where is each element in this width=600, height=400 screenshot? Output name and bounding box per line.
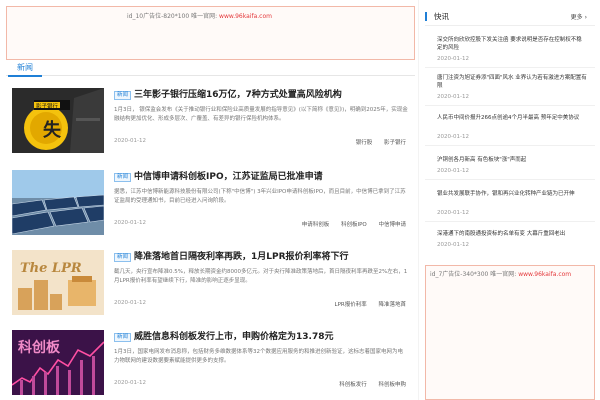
divider <box>425 67 595 68</box>
chevron-right-icon: › <box>584 14 587 21</box>
flash-item-date: 2020-01-12 <box>437 210 469 216</box>
news-thumbnail[interactable]: The LPR <box>12 250 104 315</box>
news-tag: 新闻 <box>114 253 132 262</box>
news-description: 1月3日， 银保监会发布《关于推动银行业和保险业高质量发展的指导意见》(以下简称… <box>114 107 408 122</box>
news-title[interactable]: 三年影子银行压缩16万亿，7种方式处置高风险机构 <box>134 88 342 102</box>
shadow-bank-image: 失 影子银行 <box>12 88 104 153</box>
svg-text:科创板: 科创板 <box>18 339 61 356</box>
side-ad-url[interactable]: www.96kaifa.com <box>518 271 571 278</box>
keyword-link[interactable]: 申请科创板 <box>302 222 330 228</box>
keyword-link[interactable]: 降准落地首 <box>378 302 406 308</box>
flash-item-text[interactable]: 深交所向欣欣控股下发关注函 要求说明是否存在控制权不稳定的风险 <box>437 36 587 52</box>
keyword-link[interactable]: 科创板申购 <box>378 382 406 388</box>
flash-item-text[interactable]: 沪铜创各月新高 有色板块"涨"声而起 <box>437 156 587 164</box>
news-item[interactable]: 失 影子银行 新闻 三年影子银行压缩16万亿，7种方式处置高风险机构 1月3日，… <box>12 88 412 154</box>
flash-news-header: 快讯 更多 › <box>425 6 595 26</box>
keyword-link[interactable]: 中信博申请 <box>378 222 406 228</box>
side-ad-banner[interactable]: id_7广告位-340*300 唯一官网: www.96kaifa.com <box>425 265 595 400</box>
divider <box>425 105 595 106</box>
top-ad-url[interactable]: www.96kaifa.com <box>219 13 272 20</box>
keyword-link[interactable]: 影子银行 <box>384 140 406 146</box>
top-ad-label: id_10广告位-820*100 唯一官网: <box>127 13 218 20</box>
flash-item-date: 2020-01-12 <box>437 168 469 174</box>
star-market-image: 科创板 <box>12 330 104 395</box>
page: id_10广告位-820*100 唯一官网: www.96kaifa.com 新… <box>0 0 600 400</box>
news-tabs: 新闻 <box>6 60 415 77</box>
news-item[interactable]: 科创板 新闻 威胜信息科创板发行上市，申购价格定为13.78元 1月3日，国家电… <box>12 330 412 396</box>
tab-news[interactable]: 新闻 <box>8 62 42 77</box>
top-ad-banner[interactable]: id_10广告位-820*100 唯一官网: www.96kaifa.com <box>6 6 415 60</box>
svg-text:影子银行: 影子银行 <box>36 102 59 110</box>
divider <box>425 221 595 222</box>
news-thumbnail[interactable]: 失 影子银行 <box>12 88 104 153</box>
news-description: 1月3日，国家电网发布消息称，包括财务多维数据体系等32个数据应用服务的和推进创… <box>114 349 404 364</box>
svg-text:The LPR: The LPR <box>20 261 82 276</box>
news-item[interactable]: The LPR 新闻 降准落地首日隔夜利率再跌，1月LPR报价利率将下行 截几天… <box>12 250 412 316</box>
news-description: 据悉，江苏中信博新能源科技股份有限公司(下称"中信博") 3年兴业IPO申请科创… <box>114 189 406 204</box>
keyword-link[interactable]: 银行股 <box>356 140 373 146</box>
news-title[interactable]: 威胜信息科创板发行上市，申购价格定为13.78元 <box>134 330 333 344</box>
lpr-image: The LPR <box>12 250 104 315</box>
flash-item-date: 2020-01-12 <box>437 56 469 62</box>
solar-panels-image <box>12 170 104 235</box>
side-ad-label: id_7广告位-340*300 唯一官网: <box>430 271 517 278</box>
news-thumbnail[interactable]: 科创板 <box>12 330 104 395</box>
news-thumbnail[interactable] <box>12 170 104 235</box>
news-date: 2020-01-12 <box>114 138 146 144</box>
flash-news-title: 快讯 <box>434 12 449 21</box>
flash-item-text[interactable]: 人民币中间价报升266点创逾4个月半最高 预年足中美协议 <box>437 114 587 122</box>
news-date: 2020-01-12 <box>114 220 146 226</box>
news-tag: 新闻 <box>114 173 132 182</box>
news-keywords: LPR报价利率 降准落地首 <box>325 300 406 308</box>
side-ad-text: id_7广告位-340*300 唯一官网: www.96kaifa.com <box>430 269 571 278</box>
more-label: 更多 <box>570 14 583 21</box>
keyword-link[interactable]: LPR报价利率 <box>335 302 367 308</box>
news-title[interactable]: 中信博申请科创板IPO，江苏证监局已批准申请 <box>134 170 323 184</box>
news-keywords: 申请科创板 科创板IPO 中信博申请 <box>292 220 406 228</box>
header-accent-bar <box>425 12 427 21</box>
flash-item-date: 2020-01-12 <box>437 94 469 100</box>
flash-item-text[interactable]: 银业共发展联手协作，银和再兴业化转种产业链为已开伸 <box>437 190 587 198</box>
top-ad-text: id_10广告位-820*100 唯一官网: www.96kaifa.com <box>127 11 272 20</box>
news-keywords: 银行股 影子银行 <box>346 138 406 146</box>
news-tag: 新闻 <box>114 333 132 342</box>
flash-item-date: 2020-01-12 <box>437 242 469 248</box>
svg-text:失: 失 <box>43 119 62 141</box>
flash-item-text[interactable]: 唐门注资为旭证券添"四面"风水 业界认为若有激进方案配置有限 <box>437 74 587 90</box>
flash-item-date: 2020-01-12 <box>437 134 469 140</box>
news-title[interactable]: 降准落地首日隔夜利率再跌，1月LPR报价利率将下行 <box>134 250 349 264</box>
divider <box>425 179 595 180</box>
news-keywords: 科创板发行 科创板申购 <box>329 380 406 388</box>
news-date: 2020-01-12 <box>114 300 146 306</box>
news-description: 截几天，央行宣布降准0.5%，释放长期资金约8000多亿元。对于央行降准政策落地… <box>114 269 408 284</box>
divider <box>425 145 595 146</box>
flash-item-text[interactable]: 深港通下的南股通投资标的名单有变 大幕斤重回老出 <box>437 230 587 238</box>
keyword-link[interactable]: 科创板发行 <box>339 382 367 388</box>
news-tag: 新闻 <box>114 91 132 100</box>
news-date: 2020-01-12 <box>114 380 146 386</box>
more-link[interactable]: 更多 › <box>571 12 587 21</box>
news-item[interactable]: 新闻 中信博申请科创板IPO，江苏证监局已批准申请 据悉，江苏中信博新能源科技股… <box>12 170 412 236</box>
column-divider <box>418 0 419 400</box>
flash-news-panel: 快讯 更多 › 深交所向欣欣控股下发关注函 要求说明是否存在控制权不稳定的风险 2… <box>425 6 595 256</box>
keyword-link[interactable]: 科创板IPO <box>341 222 367 228</box>
